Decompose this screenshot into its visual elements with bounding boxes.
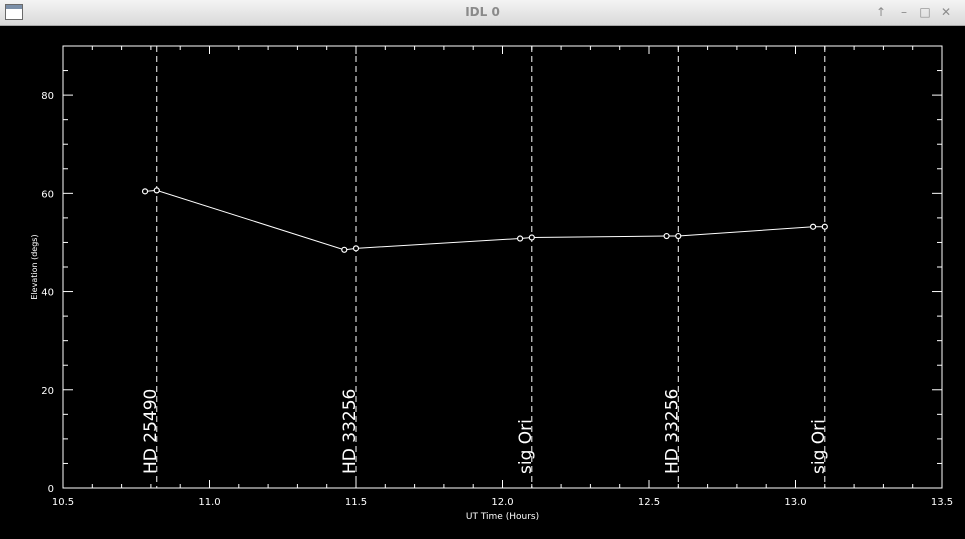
x-tick-label: 10.5 — [52, 497, 74, 508]
x-tick-label: 11.5 — [345, 497, 367, 508]
data-point — [516, 235, 524, 242]
data-point — [663, 232, 670, 240]
minimize-icon[interactable]: – — [895, 3, 913, 21]
x-tick-label: 11.0 — [198, 497, 220, 508]
title-bar[interactable]: IDL 0 ↑ – □ ✕ — [0, 0, 965, 26]
x-axis-label: UT Time (Hours) — [466, 512, 539, 522]
x-tick-label: 12.0 — [491, 497, 513, 508]
data-point — [153, 187, 160, 194]
target-label: HD 33256 — [662, 389, 682, 474]
data-point — [341, 246, 348, 253]
data-point — [352, 245, 360, 252]
plot-area: 10.5 11.0 11.5 12.0 12.5 13.0 13.5 0 20 40 60 80 UT … — [0, 26, 965, 535]
idl-window: IDL 0 ↑ – □ ✕ 10.5 11.0 11.5 12.0 12.5 13.0 13… — [0, 0, 965, 535]
window-title: IDL 0 — [465, 5, 500, 19]
target-label: HD 25490 — [141, 389, 161, 474]
y-tick-label: 20 — [41, 386, 54, 397]
data-point — [821, 223, 828, 230]
elevation-chart: 10.5 11.0 11.5 12.0 12.5 13.0 13.5 0 20 40 60 80 UT … — [30, 45, 953, 522]
target-label: sig Ori — [809, 419, 829, 474]
target-label: HD 33256 — [340, 389, 360, 474]
maximize-icon[interactable]: □ — [916, 3, 934, 21]
up-arrow-icon[interactable]: ↑ — [872, 3, 890, 21]
y-tick-label: 40 — [41, 288, 54, 299]
y-tick-label: 0 — [48, 484, 54, 495]
data-point — [809, 223, 817, 230]
data-point — [528, 234, 535, 241]
x-tick-label: 13.0 — [784, 497, 806, 508]
target-label: sig Ori — [516, 419, 536, 474]
x-tick-label: 13.5 — [931, 497, 953, 508]
data-point — [141, 188, 149, 195]
close-icon[interactable]: ✕ — [937, 3, 955, 21]
y-tick-label: 60 — [41, 189, 54, 200]
y-tick-label: 80 — [41, 91, 54, 102]
data-point — [675, 232, 682, 240]
x-tick-label: 12.5 — [638, 497, 660, 508]
y-axis-label: Elevation (degs) — [30, 234, 39, 299]
elevation-series-line — [144, 189, 825, 251]
